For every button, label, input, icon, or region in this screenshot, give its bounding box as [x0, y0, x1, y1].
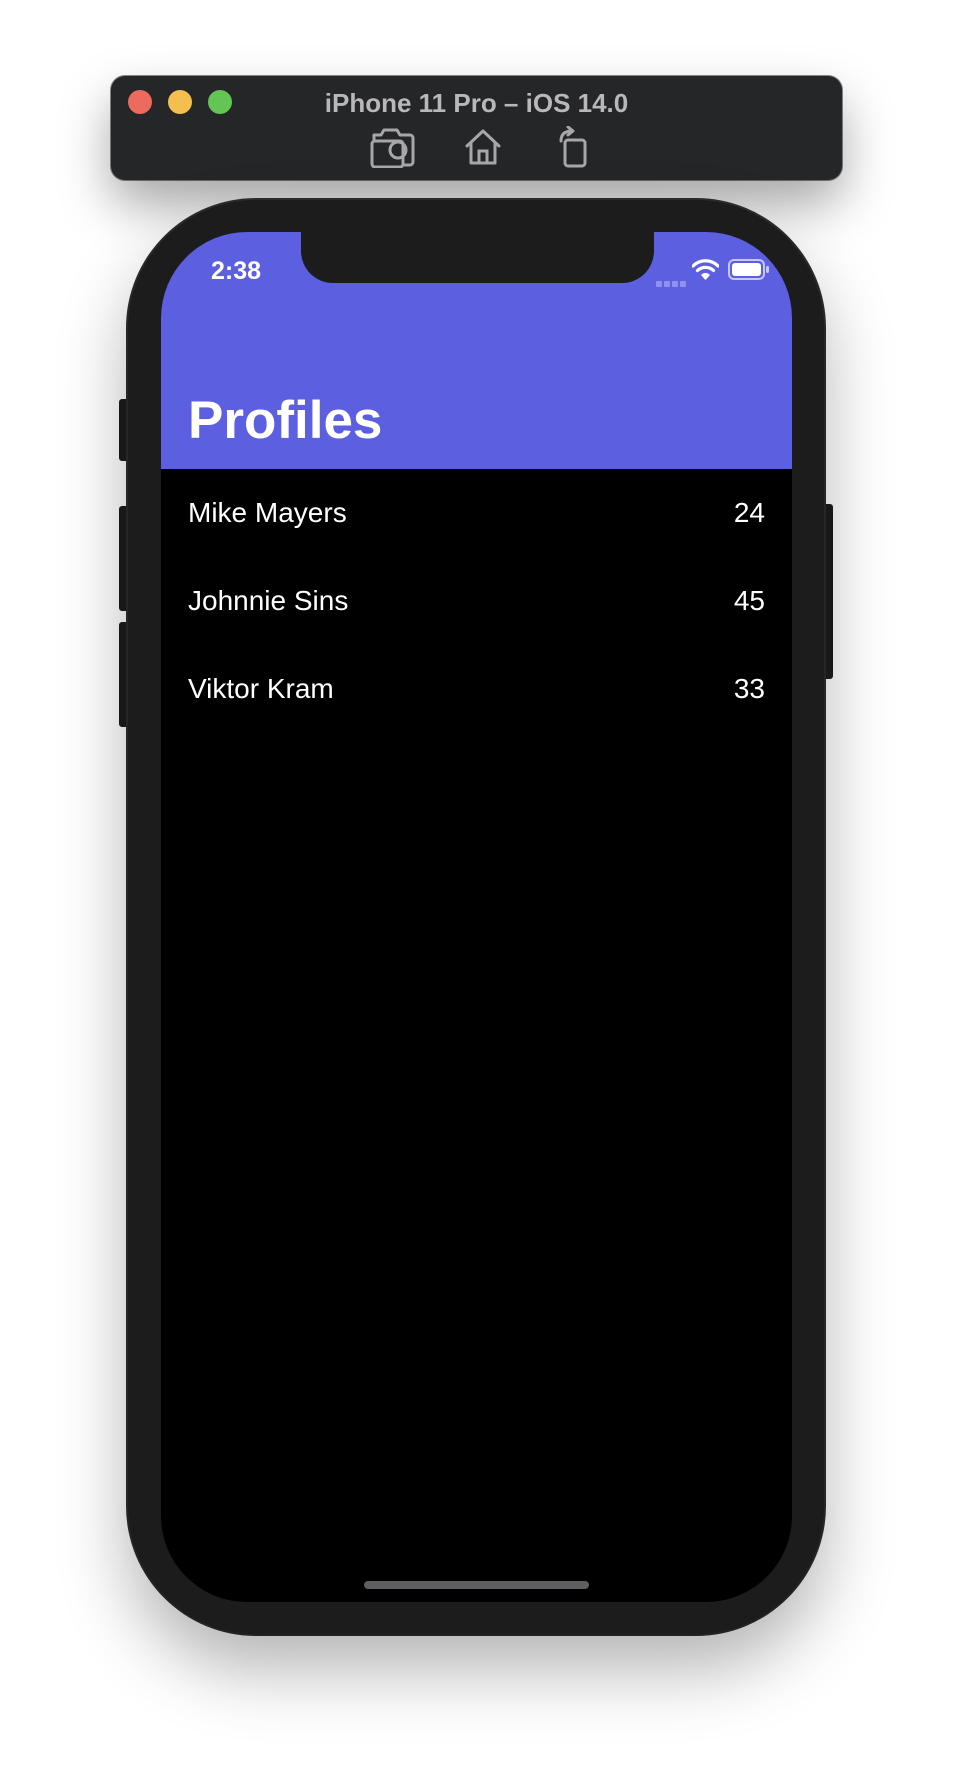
profile-name: Mike Mayers — [188, 497, 347, 528]
iphone-screen: 2:38 Profiles Mike Mayers 24 Johnnie Sin… — [161, 232, 792, 1602]
profile-age: 24 — [733, 497, 765, 528]
profile-row-johnnie-sins[interactable]: Johnnie Sins 45 — [161, 557, 792, 645]
profile-name: Johnnie Sins — [188, 585, 349, 616]
cellular-signal-icon — [656, 274, 686, 287]
profiles-list: Mike Mayers 24 Johnnie Sins 45 Viktor Kr… — [161, 469, 792, 733]
page-title: Profiles — [188, 391, 383, 450]
battery-icon — [728, 259, 770, 280]
profile-age: 33 — [733, 673, 765, 704]
screenshot-icon[interactable] — [370, 126, 416, 168]
simulator-window: iPhone 11 Pro – iOS 14.0 — [111, 76, 842, 180]
home-icon[interactable] — [463, 126, 503, 168]
profile-name: Viktor Kram — [188, 673, 334, 704]
simulator-title: iPhone 11 Pro – iOS 14.0 — [324, 88, 629, 118]
side-button — [823, 504, 833, 679]
rotate-icon[interactable] — [557, 126, 589, 168]
profile-row-mike-mayers[interactable]: Mike Mayers 24 — [161, 469, 792, 557]
device-notch — [301, 232, 654, 283]
profile-row-viktor-kram[interactable]: Viktor Kram 33 — [161, 645, 792, 733]
status-time: 2:38 — [211, 257, 262, 285]
wifi-icon — [691, 259, 720, 280]
profile-age: 45 — [733, 585, 765, 616]
home-indicator[interactable] — [364, 1581, 589, 1589]
